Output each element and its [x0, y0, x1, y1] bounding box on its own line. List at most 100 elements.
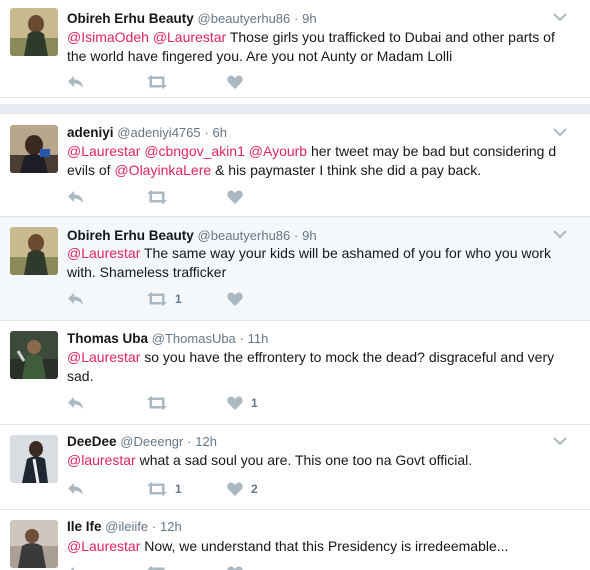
tweet-text: @Laurestar @cbngov_akin1 @Ayourb her twe… — [67, 142, 567, 180]
tweet[interactable]: adeniyi @adeniyi4765 · 6h @Laurestar @cb… — [0, 115, 590, 217]
tweet-header: adeniyi @adeniyi4765 · 6h — [67, 124, 227, 142]
tweet[interactable]: Obireh Erhu Beauty @beautyerhu86 · 9h @L… — [0, 217, 590, 321]
chevron-down-icon[interactable] — [552, 11, 568, 23]
tweet-body-text: The same way your kids will be ashamed o… — [67, 245, 551, 280]
user-handle[interactable]: @beautyerhu86 — [198, 11, 291, 26]
timestamp[interactable]: 12h — [195, 434, 217, 449]
tweet-header: Obireh Erhu Beauty @beautyerhu86 · 9h — [67, 10, 317, 28]
reply-button[interactable] — [67, 290, 84, 308]
like-button[interactable] — [227, 188, 251, 206]
display-name[interactable]: Obireh Erhu Beauty — [67, 11, 194, 26]
tweet[interactable]: Ile Ife @ileiife · 12h @Laurestar Now, w… — [0, 510, 590, 570]
tweet-text: @IsimaOdeh @Laurestar Those girls you tr… — [67, 28, 572, 66]
retweet-count: 1 — [175, 482, 182, 496]
mention-link[interactable]: @Laurestar — [153, 29, 226, 45]
tweet-body-text: & his paymaster I think she did a pay ba… — [215, 162, 482, 178]
retweet-button[interactable] — [147, 188, 175, 206]
retweet-button[interactable] — [147, 394, 175, 412]
user-handle[interactable]: @ThomasUba — [152, 331, 236, 346]
timestamp[interactable]: 9h — [302, 228, 316, 243]
avatar[interactable] — [10, 125, 58, 173]
conversation-gap — [0, 104, 590, 114]
retweet-icon — [147, 396, 167, 410]
tweet-body-text: so you have the effrontery to mock the d… — [67, 349, 555, 384]
tweet-text: @Laurestar Now, we understand that this … — [67, 537, 572, 556]
chevron-down-icon[interactable] — [552, 126, 568, 138]
separator: · — [294, 11, 299, 26]
mention-link[interactable]: @Ayourb — [249, 143, 307, 159]
user-handle[interactable]: @adeniyi4765 — [117, 125, 200, 140]
timestamp[interactable]: 11h — [248, 331, 269, 346]
mention-link[interactable]: @laurestar — [67, 452, 136, 468]
mention-link[interactable]: @Laurestar — [67, 349, 140, 365]
mention-link[interactable]: @cbngov_akin1 — [144, 143, 245, 159]
display-name[interactable]: DeeDee — [67, 434, 117, 449]
like-button[interactable] — [227, 290, 251, 308]
reply-icon — [70, 567, 74, 570]
separator: · — [187, 434, 192, 449]
retweet-count: 1 — [175, 292, 182, 306]
avatar[interactable] — [10, 520, 58, 568]
tweet-text: @Laurestar so you have the effrontery to… — [67, 348, 572, 386]
heart-icon — [227, 292, 243, 306]
heart-icon — [227, 75, 243, 89]
retweet-icon — [147, 75, 167, 89]
user-handle[interactable]: @Deeengr — [120, 434, 183, 449]
separator: · — [204, 125, 209, 140]
retweet-icon — [147, 482, 167, 496]
like-button[interactable] — [227, 73, 251, 91]
user-handle[interactable]: @ileiife — [105, 519, 148, 534]
like-button[interactable]: 2 — [227, 480, 258, 498]
reply-button[interactable] — [67, 564, 84, 570]
user-handle[interactable]: @beautyerhu86 — [198, 228, 291, 243]
reply-icon — [68, 191, 83, 203]
reply-icon — [68, 293, 83, 305]
reply-button[interactable] — [67, 188, 84, 206]
tweet-body-text: Now, we understand that this Presidency … — [144, 538, 509, 554]
reply-button[interactable] — [67, 480, 84, 498]
avatar[interactable] — [10, 435, 58, 483]
retweet-button[interactable]: 1 — [147, 480, 182, 498]
display-name[interactable]: adeniyi — [67, 125, 114, 140]
like-count: 1 — [251, 396, 258, 410]
avatar[interactable] — [10, 331, 58, 379]
reply-button[interactable] — [67, 394, 84, 412]
timestamp[interactable]: 9h — [302, 11, 316, 26]
tweet[interactable]: Thomas Uba @ThomasUba · 11h @Laurestar s… — [0, 321, 590, 425]
tweet-text: @Laurestar The same way your kids will b… — [67, 244, 572, 282]
timestamp[interactable]: 6h — [213, 125, 227, 140]
display-name[interactable]: Thomas Uba — [67, 331, 148, 346]
retweet-button[interactable]: 1 — [147, 290, 182, 308]
retweet-icon — [147, 190, 167, 204]
reply-icon — [68, 397, 83, 409]
heart-icon — [227, 482, 243, 496]
mention-link[interactable]: @OlayinkaLere — [114, 162, 211, 178]
like-button[interactable]: 1 — [227, 394, 258, 412]
tweet[interactable]: Obireh Erhu Beauty @beautyerhu86 · 9h @I… — [0, 0, 590, 98]
tweet-header: Thomas Uba @ThomasUba · 11h — [67, 330, 268, 348]
mention-link[interactable]: @Laurestar — [67, 538, 140, 554]
chevron-down-icon[interactable] — [552, 435, 568, 447]
mention-link[interactable]: @IsimaOdeh — [67, 29, 149, 45]
reply-icon — [68, 76, 83, 88]
avatar[interactable] — [10, 227, 58, 275]
retweet-button[interactable] — [147, 564, 175, 570]
display-name[interactable]: Obireh Erhu Beauty — [67, 228, 194, 243]
separator: · — [151, 519, 157, 534]
reply-button[interactable] — [67, 73, 84, 91]
mention-link[interactable]: @Laurestar — [67, 245, 140, 261]
retweet-button[interactable] — [147, 73, 175, 91]
like-button[interactable] — [227, 564, 251, 570]
display-name[interactable]: Ile Ife — [67, 519, 102, 534]
retweet-icon — [147, 566, 165, 570]
timestamp[interactable]: 12h — [160, 519, 182, 534]
heart-icon — [227, 566, 243, 570]
like-count: 2 — [251, 482, 258, 496]
heart-icon — [227, 396, 243, 410]
chevron-down-icon[interactable] — [552, 228, 568, 240]
separator: · — [239, 331, 244, 346]
tweet[interactable]: DeeDee @Deeengr · 12h @laurestar what a … — [0, 425, 590, 510]
separator: · — [294, 228, 299, 243]
mention-link[interactable]: @Laurestar — [67, 143, 140, 159]
avatar[interactable] — [10, 8, 58, 56]
